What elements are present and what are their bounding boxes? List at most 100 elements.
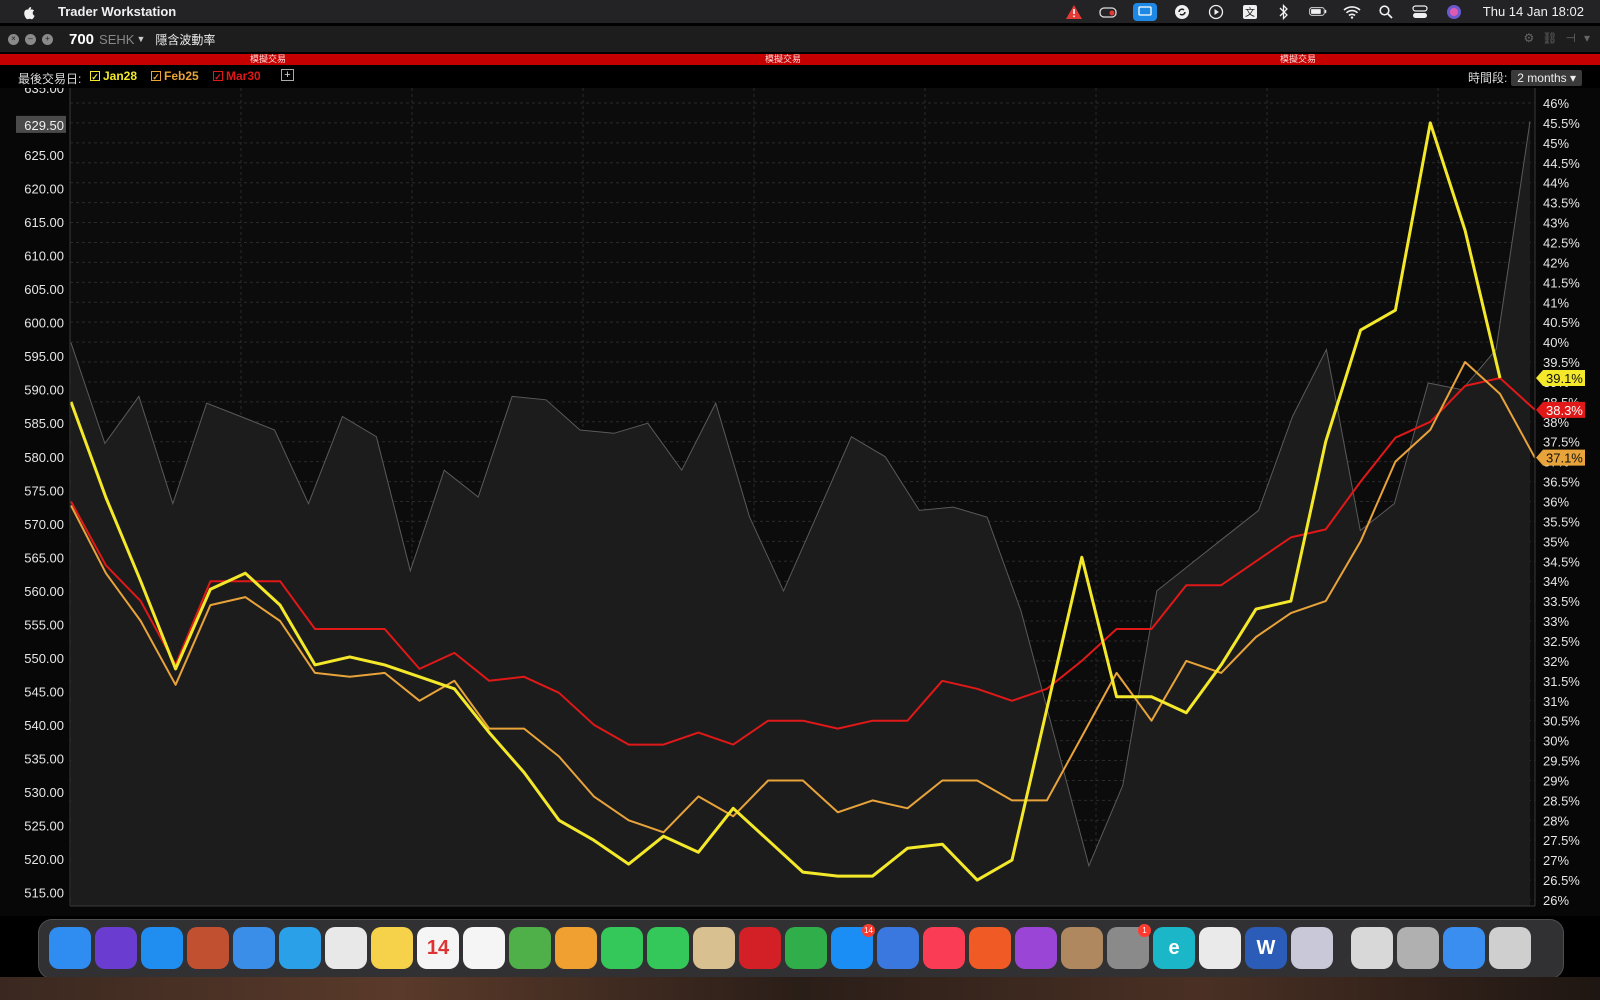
period-dropdown[interactable]: 2 months ▾ [1511, 69, 1582, 86]
left-axis-tick-label: 540.00 [24, 718, 64, 733]
menubar-clock[interactable]: Thu 14 Jan 18:02 [1483, 4, 1584, 19]
notification-badge: 1 [1138, 924, 1151, 937]
left-axis-tick-label: 535.00 [24, 751, 64, 766]
legend-item-mar30[interactable]: ✓ Mar30 [213, 69, 261, 83]
dock-photos-icon[interactable] [555, 927, 597, 969]
dock-calendar-icon[interactable]: 14 [417, 927, 459, 969]
link-icon[interactable]: ⛓ [1542, 31, 1557, 45]
siri-icon[interactable] [1445, 3, 1463, 21]
dock-facetime-icon[interactable] [601, 927, 643, 969]
dock-trash-icon[interactable] [1489, 927, 1531, 969]
left-axis-tick-label: 575.00 [24, 483, 64, 498]
translate-icon[interactable]: 文 [1241, 3, 1259, 21]
chevron-down-icon[interactable]: ▼ [136, 34, 145, 44]
control-center-icon[interactable] [1411, 3, 1429, 21]
dock-messages-icon[interactable] [647, 927, 689, 969]
search-icon[interactable] [1377, 3, 1395, 21]
right-axis-tick-label: 40.5% [1543, 315, 1580, 330]
dock-music-icon[interactable] [923, 927, 965, 969]
dock-mail-icon[interactable] [233, 927, 275, 969]
right-axis-tick-label: 44% [1543, 176, 1569, 191]
minimize-window-icon[interactable]: – [25, 33, 36, 45]
settings-icon[interactable]: ⚙ [1524, 31, 1535, 45]
dock-chrome-icon[interactable] [325, 927, 367, 969]
bluetooth-icon[interactable] [1275, 3, 1293, 21]
dock-podcasts-icon[interactable] [1015, 927, 1057, 969]
paper-trading-banner: 模擬交易 模擬交易 模擬交易 [0, 54, 1600, 65]
checkbox-icon[interactable]: ✓ [151, 71, 161, 82]
right-axis-tick-label: 45.5% [1543, 116, 1580, 131]
legend-item-jan28[interactable]: ✓ Jan28 [90, 69, 137, 83]
right-axis-tick-label: 30% [1543, 734, 1569, 749]
close-window-icon[interactable]: × [8, 33, 19, 45]
dock-maps-icon[interactable] [509, 927, 551, 969]
dock-numbers-icon[interactable] [785, 927, 827, 969]
left-axis-tick-label: 525.00 [24, 819, 64, 834]
window-title: 隱含波動率 [155, 32, 216, 47]
dock-system-preferences-icon[interactable]: 1 [1107, 924, 1151, 969]
chart-svg[interactable]: 11/23/2020 11/30/2020 12/7/2020 12/14/2020 1… [0, 81, 1600, 929]
pin-icon[interactable]: ⊣ [1566, 31, 1576, 45]
right-axis-tick-label: 32.5% [1543, 634, 1580, 649]
dock-reminders-icon[interactable] [463, 927, 505, 969]
dock-documents-icon[interactable] [1351, 927, 1393, 969]
dock: 14 14 1 e W [38, 919, 1564, 979]
dock-keynote-icon[interactable] [877, 927, 919, 969]
dock-scanner-icon[interactable] [1291, 927, 1333, 969]
dock-airdrop-icon[interactable] [279, 927, 321, 969]
app-name[interactable]: Trader Workstation [58, 4, 176, 19]
right-axis-tick-label: 46% [1543, 96, 1569, 111]
left-axis-tick-label: 565.00 [24, 550, 64, 565]
symbol-field[interactable]: 700 [69, 31, 94, 48]
dock-link-icon[interactable] [1397, 927, 1439, 969]
x-tick-label: 1/4/2021 [1242, 914, 1293, 916]
warning-icon[interactable] [1065, 3, 1083, 21]
x-tick-label: 12/7/2020 [554, 914, 612, 916]
dock-app-store-icon[interactable]: 14 [831, 924, 875, 969]
dock-launchpad-icon[interactable] [187, 927, 229, 969]
dock-contacts-icon[interactable] [1061, 927, 1103, 969]
right-axis-tick-label: 32% [1543, 654, 1569, 669]
sync-icon[interactable] [1173, 3, 1191, 21]
window-title-bar: × – + 700 SEHK ▼ 隱含波動率 ⚙ ⛓ ⊣ ▾ [0, 26, 1600, 52]
dock-acrobat-icon[interactable] [739, 927, 781, 969]
period-selector: 時間段: 2 months ▾ [1468, 69, 1582, 86]
right-axis-tick-label: 26% [1543, 893, 1569, 908]
game-controller-icon[interactable] [1099, 3, 1117, 21]
x-tick-label: 12/21/2020 [892, 914, 957, 916]
right-axis-tick-label: 31.5% [1543, 674, 1580, 689]
paper-trading-label: 模擬交易 [1280, 54, 1317, 64]
right-axis-tick-label: 37.5% [1543, 435, 1580, 450]
left-axis-tick-label: 570.00 [24, 517, 64, 532]
exchange-label[interactable]: SEHK [99, 32, 134, 47]
dock-safari-icon[interactable] [141, 927, 183, 969]
dock-updown-icon[interactable] [1443, 927, 1485, 969]
implied-volatility-chart[interactable]: 11/23/2020 11/30/2020 12/7/2020 12/14/2020 1… [0, 81, 1600, 929]
checkbox-icon[interactable]: ✓ [213, 71, 223, 82]
dock-eset-icon[interactable]: e [1153, 927, 1195, 969]
zoom-window-icon[interactable]: + [42, 33, 53, 45]
add-series-button[interactable]: + [281, 69, 294, 81]
dock-siri-icon[interactable] [95, 927, 137, 969]
legend-item-feb25[interactable]: ✓ Feb25 [151, 69, 199, 83]
x-tick-label: 12/14/2020 [721, 914, 786, 916]
battery-icon[interactable] [1309, 3, 1327, 21]
dock-notes-icon[interactable] [371, 927, 413, 969]
wifi-icon[interactable] [1343, 3, 1361, 21]
right-axis-tick-label: 43.5% [1543, 196, 1580, 211]
right-axis-tick-label: 43% [1543, 216, 1569, 231]
dock-textedit-icon[interactable] [1199, 927, 1241, 969]
menu-chevron-icon[interactable]: ▾ [1584, 31, 1590, 45]
dock-word-icon[interactable]: W [1245, 927, 1287, 969]
checkbox-icon[interactable]: ✓ [90, 71, 100, 82]
left-axis-tick-label: 550.00 [24, 651, 64, 666]
screen-share-icon[interactable] [1132, 2, 1157, 21]
last-value-label: 38.3% [1546, 403, 1583, 418]
dock-brave-icon[interactable] [969, 927, 1011, 969]
left-axis-tick-label: 610.00 [24, 249, 64, 264]
dock-preview-icon[interactable] [693, 927, 735, 969]
right-axis-tick-label: 36.5% [1543, 475, 1580, 490]
play-icon[interactable] [1207, 3, 1225, 21]
dock-finder-icon[interactable] [49, 927, 91, 969]
apple-menu-icon[interactable] [20, 4, 36, 20]
